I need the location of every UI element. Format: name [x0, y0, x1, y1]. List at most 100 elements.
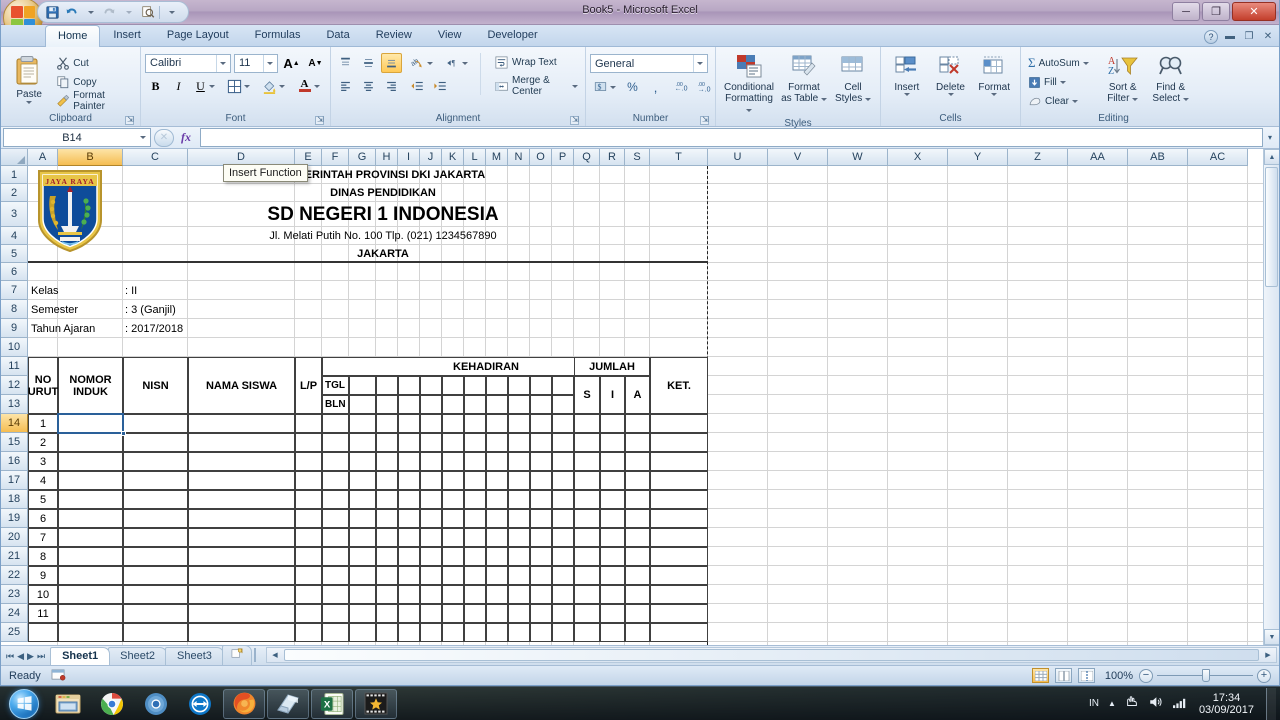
table-cell-N14[interactable]: [508, 414, 530, 433]
table-cell-K15[interactable]: [442, 433, 464, 452]
number-format-dropdown-icon[interactable]: [693, 55, 705, 72]
row-header-18[interactable]: 18: [1, 490, 28, 509]
column-header-W[interactable]: W: [828, 149, 888, 166]
taskbar-notepad[interactable]: [267, 688, 309, 719]
table-cell-I15[interactable]: [398, 433, 420, 452]
font-size-dropdown-icon[interactable]: [263, 54, 275, 72]
column-header-J[interactable]: J: [420, 149, 442, 166]
table-cell-Q20[interactable]: [574, 528, 600, 547]
table-cell-K23[interactable]: [442, 585, 464, 604]
orientation-dropdown-icon[interactable]: [427, 61, 433, 65]
table-cell-O20[interactable]: [530, 528, 552, 547]
table-cell-K14[interactable]: [442, 414, 464, 433]
normal-view-button[interactable]: [1032, 668, 1049, 683]
table-cell-C25[interactable]: [123, 623, 188, 642]
name-box-dropdown-icon[interactable]: [136, 136, 150, 139]
table-cell-E16[interactable]: [295, 452, 322, 471]
sheet-tab-sheet1[interactable]: Sheet1: [50, 647, 111, 665]
tab-review[interactable]: Review: [363, 24, 425, 46]
table-cell-L17[interactable]: [464, 471, 486, 490]
table-cell-S21[interactable]: [625, 547, 650, 566]
table-cell-J24[interactable]: [420, 604, 442, 623]
paste-button[interactable]: Paste: [5, 51, 53, 106]
row-header-8[interactable]: 8: [1, 300, 28, 319]
prev-sheet-button[interactable]: ◀: [17, 651, 24, 662]
table-cell-K20[interactable]: [442, 528, 464, 547]
table-cell-O25[interactable]: [530, 623, 552, 642]
copy-button[interactable]: Copy: [53, 73, 136, 91]
table-cell-I22[interactable]: [398, 566, 420, 585]
table-cell-B19[interactable]: [58, 509, 123, 528]
table-cell-C20[interactable]: [123, 528, 188, 547]
delete-cells-dropdown-icon[interactable]: [947, 93, 954, 96]
table-cell-C14[interactable]: [123, 414, 188, 433]
table-cell-Q16[interactable]: [574, 452, 600, 471]
table-cell-G15[interactable]: [349, 433, 376, 452]
autosum-dropdown-icon[interactable]: [1082, 61, 1089, 65]
table-cell-K21[interactable]: [442, 547, 464, 566]
table-cell-R25[interactable]: [600, 623, 625, 642]
table-cell-H15[interactable]: [376, 433, 398, 452]
table-cell-J22[interactable]: [420, 566, 442, 585]
autosum-button[interactable]: Σ AutoSum: [1025, 54, 1092, 72]
column-header-T[interactable]: T: [650, 149, 708, 166]
table-cell-T24[interactable]: [650, 604, 708, 623]
table-cell-H23[interactable]: [376, 585, 398, 604]
table-cell-Q22[interactable]: [574, 566, 600, 585]
column-header-Y[interactable]: Y: [948, 149, 1008, 166]
table-cell-T20[interactable]: [650, 528, 708, 547]
table-cell-D15[interactable]: [188, 433, 295, 452]
table-cell-C15[interactable]: [123, 433, 188, 452]
fill-handle[interactable]: [121, 431, 126, 436]
table-cell-K16[interactable]: [442, 452, 464, 471]
column-header-X[interactable]: X: [888, 149, 948, 166]
restore-workbook-icon[interactable]: ❐: [1242, 30, 1256, 44]
table-cell-C16[interactable]: [123, 452, 188, 471]
table-cell-A16[interactable]: 3: [28, 452, 58, 471]
shrink-font-button[interactable]: A ▼: [305, 53, 326, 73]
table-cell-F15[interactable]: [322, 433, 349, 452]
cell-styles-dropdown-icon[interactable]: [865, 98, 871, 101]
table-cell-E14[interactable]: [295, 414, 322, 433]
insert-cells-dropdown-icon[interactable]: [903, 93, 910, 96]
italic-button[interactable]: I: [168, 76, 189, 96]
table-cell-T16[interactable]: [650, 452, 708, 471]
table-cell-F20[interactable]: [322, 528, 349, 547]
column-header-AC[interactable]: AC: [1188, 149, 1248, 166]
format-cells-button[interactable]: Format: [972, 52, 1016, 98]
table-cell-A15[interactable]: 2: [28, 433, 58, 452]
network-icon[interactable]: [1172, 696, 1187, 712]
table-cell-R16[interactable]: [600, 452, 625, 471]
table-cell-J25[interactable]: [420, 623, 442, 642]
table-cell-Q19[interactable]: [574, 509, 600, 528]
table-cell-R24[interactable]: [600, 604, 625, 623]
page-layout-view-button[interactable]: [1055, 668, 1072, 683]
clipboard-dialog-launcher[interactable]: [125, 116, 134, 125]
font-color-button[interactable]: A: [294, 76, 324, 96]
column-header-A[interactable]: A: [28, 149, 58, 166]
table-cell-F22[interactable]: [322, 566, 349, 585]
table-cell-D23[interactable]: [188, 585, 295, 604]
table-cell-P23[interactable]: [552, 585, 574, 604]
borders-button[interactable]: [224, 76, 254, 96]
table-cell-D17[interactable]: [188, 471, 295, 490]
table-cell-L24[interactable]: [464, 604, 486, 623]
table-cell-A24[interactable]: 11: [28, 604, 58, 623]
table-cell-F14[interactable]: [322, 414, 349, 433]
text-direction-dropdown-icon[interactable]: [462, 61, 468, 65]
table-cell-I24[interactable]: [398, 604, 420, 623]
table-cell-A17[interactable]: 4: [28, 471, 58, 490]
table-cell-T23[interactable]: [650, 585, 708, 604]
table-cell-T17[interactable]: [650, 471, 708, 490]
table-cell-S14[interactable]: [625, 414, 650, 433]
insert-function-button[interactable]: fx: [175, 129, 197, 147]
table-cell-P16[interactable]: [552, 452, 574, 471]
table-cell-M17[interactable]: [486, 471, 508, 490]
row-header-11[interactable]: 11: [1, 357, 28, 376]
table-cell-S16[interactable]: [625, 452, 650, 471]
wrap-text-button[interactable]: Wrap Text: [491, 53, 581, 71]
table-cell-O19[interactable]: [530, 509, 552, 528]
decrease-decimal-button[interactable]: .00 →.0: [695, 77, 716, 97]
fill-dropdown-icon[interactable]: [1059, 80, 1066, 84]
table-cell-A20[interactable]: 7: [28, 528, 58, 547]
